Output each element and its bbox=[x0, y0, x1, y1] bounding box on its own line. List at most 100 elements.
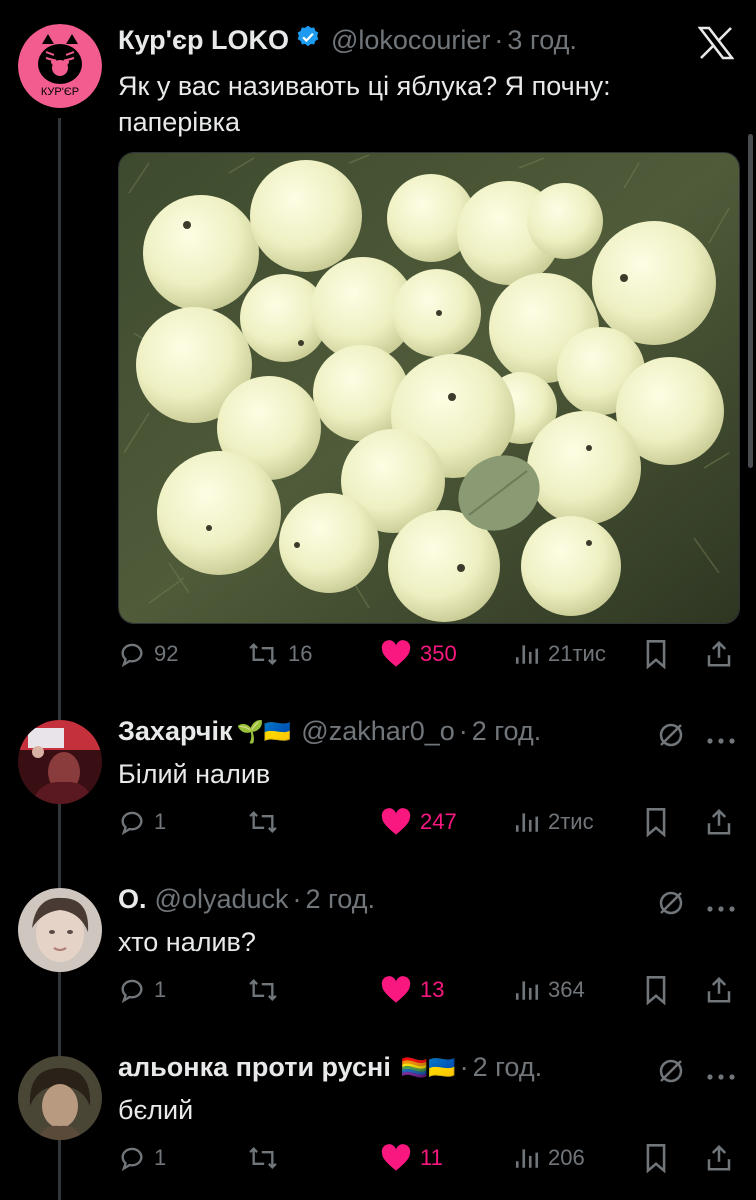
views-button[interactable]: 364 bbox=[514, 970, 585, 1010]
reply-actions: 1 11 206 bbox=[118, 1138, 738, 1178]
repost-button[interactable]: 16 bbox=[246, 634, 312, 674]
bookmark-button[interactable] bbox=[644, 802, 668, 842]
share-button[interactable] bbox=[704, 802, 734, 842]
share-icon bbox=[707, 640, 731, 667]
name-emojis: 🏳️‍🌈🇺🇦 bbox=[400, 1054, 456, 1080]
bookmark-icon bbox=[646, 808, 666, 837]
bookmark-button[interactable] bbox=[644, 1138, 668, 1178]
bookmark-icon bbox=[646, 1144, 666, 1173]
bookmark-icon bbox=[646, 976, 666, 1005]
reply-button[interactable]: 1 bbox=[118, 1138, 166, 1178]
reply-header: альонка проти русні 🏳️‍🌈🇺🇦 · 2 год. bbox=[118, 1052, 542, 1083]
like-count: 11 bbox=[420, 1145, 443, 1170]
repost-icon bbox=[249, 643, 277, 665]
reply-header: Захарчік 🌱🇺🇦 @zakhar0_o · 2 год. bbox=[118, 716, 541, 747]
like-button[interactable]: 350 bbox=[380, 634, 457, 674]
reply-icon bbox=[121, 811, 143, 836]
more-icon[interactable] bbox=[706, 900, 736, 918]
reply-header: О. @olyaduck · 2 год. bbox=[118, 884, 375, 915]
author-handle[interactable]: @lokocourier bbox=[331, 25, 490, 56]
share-button[interactable] bbox=[704, 634, 734, 674]
grok-icon[interactable] bbox=[656, 888, 686, 923]
repost-button[interactable] bbox=[246, 970, 280, 1010]
post-text-line-2: паперівка bbox=[118, 107, 241, 137]
separator: · bbox=[292, 884, 302, 914]
heart-icon bbox=[381, 1144, 411, 1171]
reply-count: 1 bbox=[154, 1145, 167, 1170]
views-button[interactable]: 206 bbox=[514, 1138, 585, 1178]
post-image[interactable] bbox=[118, 152, 740, 624]
views-count: 206 bbox=[548, 1145, 585, 1170]
post-text-line-1: Як у вас називають ці яблука? Я почну: bbox=[118, 71, 611, 101]
separator: · bbox=[459, 1052, 469, 1082]
timestamp[interactable]: 3 год. bbox=[507, 25, 576, 56]
views-button[interactable]: 2тис bbox=[514, 802, 594, 842]
like-button[interactable]: 13 bbox=[380, 970, 444, 1010]
bookmark-icon bbox=[646, 640, 666, 669]
timestamp[interactable]: 2 год. bbox=[473, 1052, 542, 1083]
repost-button[interactable] bbox=[246, 1138, 280, 1178]
post-actions: 92 16 350 21тис bbox=[118, 634, 738, 674]
views-icon bbox=[515, 981, 539, 1000]
more-icon[interactable] bbox=[706, 732, 736, 750]
avatar-label: КУР'ЄР bbox=[41, 86, 79, 98]
like-count: 13 bbox=[420, 977, 445, 1002]
share-icon bbox=[707, 976, 731, 1003]
reply-button[interactable]: 92 bbox=[118, 634, 178, 674]
views-count: 2тис bbox=[548, 809, 594, 834]
author-name[interactable]: альонка проти русні bbox=[118, 1052, 391, 1083]
share-icon bbox=[707, 808, 731, 835]
author-name[interactable]: Кур'єр LOKO bbox=[118, 25, 289, 56]
post-text: Як у вас називають ці яблука? Я почну: п… bbox=[118, 68, 611, 140]
avatar[interactable] bbox=[18, 888, 102, 972]
author-name[interactable]: О. bbox=[118, 884, 147, 915]
avatar[interactable] bbox=[18, 1056, 102, 1140]
reply-icon bbox=[121, 643, 143, 668]
timestamp[interactable]: 2 год. bbox=[472, 716, 541, 747]
author-handle[interactable]: @olyaduck bbox=[155, 884, 289, 915]
share-button[interactable] bbox=[704, 970, 734, 1010]
bookmark-button[interactable] bbox=[644, 970, 668, 1010]
heart-icon bbox=[381, 976, 411, 1003]
grok-icon[interactable] bbox=[656, 1056, 686, 1091]
grok-icon[interactable] bbox=[656, 720, 686, 755]
post-header: Кур'єр LOKO @lokocourier · 3 год. bbox=[118, 24, 577, 57]
bookmark-button[interactable] bbox=[644, 634, 668, 674]
x-logo-icon[interactable] bbox=[697, 26, 735, 65]
like-button[interactable]: 247 bbox=[380, 802, 457, 842]
heart-icon bbox=[381, 808, 411, 835]
avatar[interactable]: КУР'ЄР bbox=[18, 24, 102, 108]
views-icon bbox=[515, 645, 539, 664]
reply-actions: 1 247 2тис bbox=[118, 802, 738, 842]
separator: · bbox=[458, 716, 468, 746]
reply-text: бєлий bbox=[118, 1095, 194, 1125]
scrollbar[interactable] bbox=[748, 134, 753, 468]
reply-count: 92 bbox=[154, 641, 179, 666]
author-handle[interactable]: @zakhar0_o bbox=[301, 716, 455, 747]
avatar[interactable] bbox=[18, 720, 102, 804]
repost-button[interactable] bbox=[246, 802, 280, 842]
timestamp[interactable]: 2 год. bbox=[306, 884, 375, 915]
share-button[interactable] bbox=[704, 1138, 734, 1178]
repost-icon bbox=[249, 979, 277, 1001]
reply-icon bbox=[121, 979, 143, 1004]
repost-icon bbox=[249, 1147, 277, 1169]
views-count: 364 bbox=[548, 977, 585, 1002]
like-count: 247 bbox=[420, 809, 457, 834]
reply-text: Білий налив bbox=[118, 759, 271, 789]
share-icon bbox=[707, 1144, 731, 1171]
views-icon bbox=[515, 1149, 539, 1168]
author-name[interactable]: Захарчік bbox=[118, 716, 232, 747]
like-button[interactable]: 11 bbox=[380, 1138, 443, 1178]
more-icon[interactable] bbox=[706, 1068, 736, 1086]
reply-text: хто налив? bbox=[118, 927, 256, 957]
reply-button[interactable]: 1 bbox=[118, 970, 166, 1010]
verified-badge-icon bbox=[295, 24, 321, 57]
views-icon bbox=[515, 813, 539, 832]
separator: · bbox=[494, 25, 504, 55]
reply-count: 1 bbox=[154, 809, 167, 834]
reply-icon bbox=[121, 1147, 143, 1172]
thread-line bbox=[58, 118, 61, 1200]
views-button[interactable]: 21тис bbox=[514, 634, 606, 674]
reply-button[interactable]: 1 bbox=[118, 802, 166, 842]
